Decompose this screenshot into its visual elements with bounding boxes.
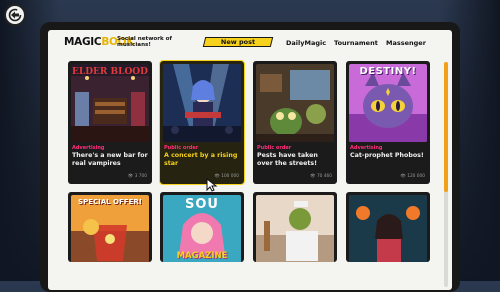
post-category: Public order <box>257 145 292 151</box>
post-card[interactable]: Public order A concert by a rising star … <box>159 60 245 185</box>
post-card[interactable]: ELDER BLOOD Advertising There's a new ba… <box>68 61 152 184</box>
art-title-bottom: MAGAZINE <box>176 251 228 261</box>
eye-icon: 👁 <box>127 174 134 179</box>
views-count: 3 700 <box>134 174 147 179</box>
nav-tournament[interactable]: Tournament <box>334 39 378 47</box>
art-title: DESTINY! <box>359 66 417 77</box>
post-image <box>256 195 334 262</box>
post-card[interactable] <box>346 192 430 262</box>
post-views: 👁 100 000 <box>214 174 239 179</box>
logo-magic-text: MAGIC <box>64 36 102 48</box>
post-card[interactable]: SPECIAL OFFER! <box>68 192 152 262</box>
app-tagline: Social network of musicians! <box>117 36 172 49</box>
views-count: 70 460 <box>316 174 332 179</box>
new-post-button[interactable]: New post <box>202 37 274 47</box>
eye-icon: 👁 <box>400 174 406 179</box>
scrollbar-thumb[interactable] <box>444 62 448 192</box>
top-bar: MAGICBOOK Social network of musicians! N… <box>48 30 452 56</box>
post-image <box>163 64 241 142</box>
pointer-cursor-icon <box>206 178 218 192</box>
post-title: Cat-prophet Phobos! <box>350 152 424 159</box>
post-card[interactable]: Public order Pests have taken over the s… <box>253 61 337 184</box>
post-title: There's a new bar for real vampires <box>72 152 148 167</box>
post-category: Advertising <box>350 145 383 151</box>
post-card[interactable]: SOU MAGAZINE <box>160 192 244 262</box>
views-count: 120 000 <box>407 174 425 179</box>
post-views: 👁 3 700 <box>128 174 147 179</box>
post-category: Advertising <box>72 145 105 151</box>
back-arrow-icon <box>8 8 22 22</box>
eye-icon: 👁 <box>310 174 316 179</box>
new-post-label: New post <box>220 38 256 46</box>
nav-messenger[interactable]: Massenger <box>386 39 426 47</box>
views-count: 100 000 <box>221 174 239 179</box>
post-card[interactable]: DESTINY! Advertising Cat-prophet Phobos!… <box>346 61 430 184</box>
back-button[interactable] <box>4 4 26 26</box>
art-title-top: SOU <box>185 197 219 212</box>
post-image: DESTINY! <box>349 64 427 142</box>
app-screen: MAGICBOOK Social network of musicians! N… <box>48 30 452 290</box>
post-image: SPECIAL OFFER! <box>71 195 149 262</box>
post-image <box>256 64 334 142</box>
post-image <box>349 195 427 262</box>
post-card[interactable] <box>253 192 337 262</box>
post-image: SOU MAGAZINE <box>163 195 241 262</box>
art-title: ELDER BLOOD <box>72 67 148 77</box>
post-views: 👁 120 000 <box>400 174 425 179</box>
art-title: SPECIAL OFFER! <box>78 198 142 206</box>
post-category: Public order <box>164 145 199 151</box>
nav-dailymagic[interactable]: DailyMagic <box>286 39 326 47</box>
post-title: Pests have taken over the streets! <box>257 152 318 167</box>
post-title: A concert by a rising star <box>164 152 238 167</box>
post-image: ELDER BLOOD <box>71 64 149 142</box>
post-views: 👁 70 460 <box>310 174 332 179</box>
